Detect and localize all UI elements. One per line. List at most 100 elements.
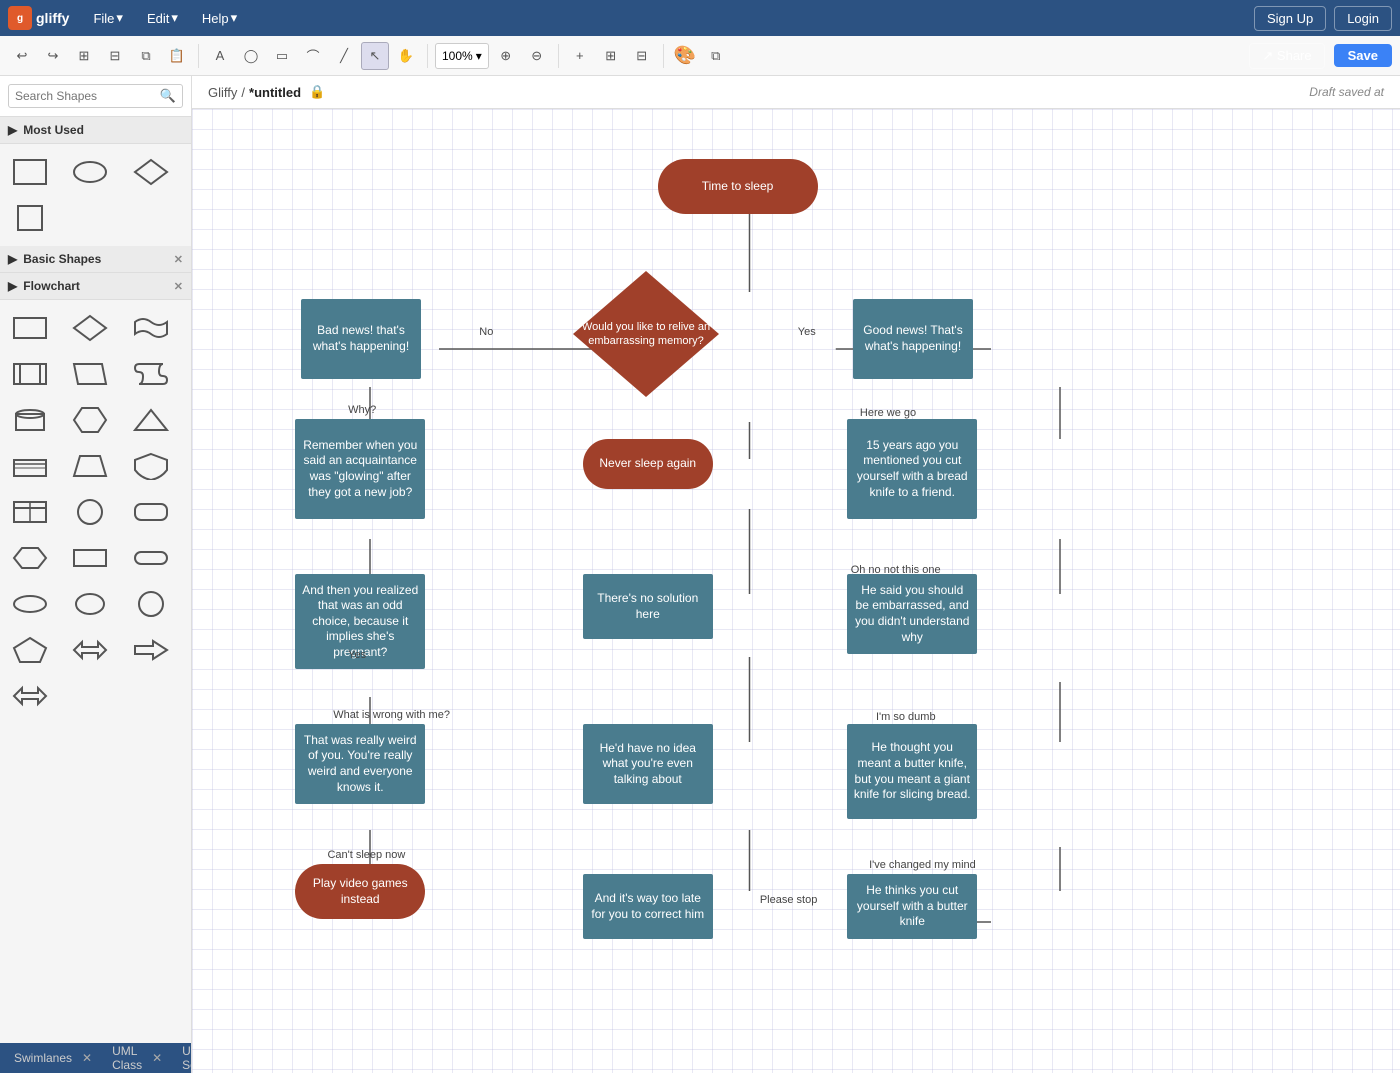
paste-button[interactable]: 📋: [163, 42, 191, 70]
add-button[interactable]: +: [566, 42, 594, 70]
canvas-header: Gliffy / *untitled 🔒 Draft saved at: [192, 76, 1400, 109]
fc-node-start[interactable]: Time to sleep: [658, 159, 818, 214]
text-tool[interactable]: A: [206, 42, 234, 70]
fc-node-weird[interactable]: That was really weird of you. You're rea…: [295, 724, 425, 804]
shape-square[interactable]: [8, 198, 52, 238]
copy-button[interactable]: ⧉: [132, 42, 160, 70]
fc-label-lbl_cant_sleep: Can't sleep now: [327, 849, 405, 861]
select-all-button[interactable]: ⊞: [70, 42, 98, 70]
fc-table[interactable]: [8, 492, 52, 532]
fc-hex2[interactable]: [8, 538, 52, 578]
help-menu[interactable]: Help ▾: [194, 6, 245, 30]
zoom-out-button[interactable]: ⊖: [523, 42, 551, 70]
sep4: [663, 44, 664, 68]
flowchart-close[interactable]: ✕: [174, 280, 183, 293]
basic-shapes-header[interactable]: ▶ Basic Shapes ✕: [0, 246, 191, 273]
fc-node-bad_news[interactable]: Bad news! that's what's happening!: [301, 299, 421, 379]
basic-shapes-close[interactable]: ✕: [174, 253, 183, 266]
fc-trapezoid[interactable]: [68, 446, 112, 486]
fc-pentagon[interactable]: [8, 630, 52, 670]
fc-diamond[interactable]: [68, 308, 112, 348]
shape-diamond[interactable]: [129, 152, 173, 192]
swimlanes-close[interactable]: ✕: [82, 1051, 92, 1065]
grid-button[interactable]: ⊞: [597, 42, 625, 70]
fc-label-lbl_please_stop: Please stop: [760, 894, 817, 906]
fc-pill[interactable]: [129, 538, 173, 578]
fc-node-no_idea[interactable]: He'd have no idea what you're even talki…: [583, 724, 713, 804]
fc-rect2[interactable]: [68, 538, 112, 578]
search-input[interactable]: [15, 89, 156, 103]
share-button[interactable]: ↗ Share: [1249, 43, 1324, 69]
fc-node-good_news[interactable]: Good news! That's what's happening!: [853, 299, 973, 379]
fc-node-he_said[interactable]: He said you should be embarrassed, and y…: [847, 574, 977, 654]
lock-icon[interactable]: 🔒: [309, 84, 325, 100]
uml-class-close[interactable]: ✕: [152, 1051, 162, 1065]
fc-stack[interactable]: [8, 446, 52, 486]
hand-tool[interactable]: ✋: [392, 42, 420, 70]
fc-cylinder[interactable]: [8, 400, 52, 440]
uml-sequence-section[interactable]: UML Sequence ✕: [176, 1042, 192, 1073]
ellipse-tool[interactable]: ◯: [237, 42, 265, 70]
fc-node-never_sleep[interactable]: Never sleep again: [583, 439, 713, 489]
fc-shield[interactable]: [129, 446, 173, 486]
fc-para[interactable]: [68, 354, 112, 394]
top-navbar: g gliffy File ▾ Edit ▾ Help ▾ Sign Up Lo…: [0, 0, 1400, 36]
login-button[interactable]: Login: [1334, 6, 1392, 31]
fc-arrow-right[interactable]: [129, 630, 173, 670]
logo[interactable]: g gliffy: [8, 6, 69, 30]
zoom-control[interactable]: 100% ▾: [435, 43, 489, 69]
fc-hex[interactable]: [68, 400, 112, 440]
fc-rounded-rect[interactable]: [129, 492, 173, 532]
fc-node-butter_knife[interactable]: He thought you meant a butter knife, but…: [847, 724, 977, 819]
zoom-in-button[interactable]: ⊕: [492, 42, 520, 70]
fc-rect[interactable]: [8, 308, 52, 348]
edit-menu[interactable]: Edit ▾: [139, 6, 186, 30]
undo-button[interactable]: ↩: [8, 42, 36, 70]
layers-button[interactable]: ⧉: [702, 42, 730, 70]
shape-ellipse[interactable]: [68, 152, 112, 192]
fc-scroll[interactable]: [129, 354, 173, 394]
most-used-header[interactable]: ▶ Most Used: [0, 117, 191, 144]
canvas[interactable]: Time to sleep Would you like to relive an…: [192, 109, 1400, 1073]
fc-circle2[interactable]: [129, 584, 173, 624]
save-button[interactable]: Save: [1334, 44, 1392, 67]
fc-node-decision1[interactable]: Would you like to relive an embarrassing…: [571, 269, 721, 399]
breadcrumb-separator: /: [241, 85, 245, 100]
fc-oval[interactable]: [8, 584, 52, 624]
swimlanes-section[interactable]: Swimlanes ✕: [8, 1049, 98, 1067]
uml-class-section[interactable]: UML Class ✕: [106, 1042, 168, 1073]
shape-rect[interactable]: [8, 152, 52, 192]
fc-node-play_games[interactable]: Play video games instead: [295, 864, 425, 919]
document-title[interactable]: *untitled: [249, 85, 301, 100]
fc-node-remember[interactable]: Remember when you said an acquaintance w…: [295, 419, 425, 519]
fc-ellipse2[interactable]: [68, 584, 112, 624]
fc-node-too_late[interactable]: And it's way too late for you to correct…: [583, 874, 713, 939]
search-input-wrap[interactable]: 🔍: [8, 84, 183, 108]
flowchart-header[interactable]: ▶ Flowchart ✕: [0, 273, 191, 300]
redo-button[interactable]: ↪: [39, 42, 67, 70]
snap-button[interactable]: ⊟: [628, 42, 656, 70]
color-button[interactable]: 🎨: [671, 42, 699, 70]
logo-icon: g: [8, 6, 32, 30]
fc-label-lbl_ive_changed: I've changed my mind: [869, 859, 976, 871]
fc-node-no_solution[interactable]: There's no solution here: [583, 574, 713, 639]
fc-circle[interactable]: [68, 492, 112, 532]
rect-tool[interactable]: ▭: [268, 42, 296, 70]
select-tool[interactable]: ↖: [361, 42, 389, 70]
fc-node-years_ago[interactable]: 15 years ago you mentioned you cut yours…: [847, 419, 977, 519]
breadcrumb-root[interactable]: Gliffy: [208, 85, 237, 100]
fc-label-lbl_here_we_go: Here we go: [860, 407, 916, 419]
fc-arrow-left-right[interactable]: [68, 630, 112, 670]
fc-banner[interactable]: [129, 308, 173, 348]
fc-process[interactable]: [8, 354, 52, 394]
file-menu[interactable]: File ▾: [85, 6, 130, 30]
fc-triangle[interactable]: [129, 400, 173, 440]
group-button[interactable]: ⊟: [101, 42, 129, 70]
connector-tool[interactable]: ⌒: [299, 42, 327, 70]
fc-node-butter_knife2[interactable]: He thinks you cut yourself with a butter…: [847, 874, 977, 939]
fc-arrow-bidirectional[interactable]: [8, 676, 52, 716]
sign-up-button[interactable]: Sign Up: [1254, 6, 1326, 31]
search-icon: 🔍: [160, 88, 176, 104]
line-tool[interactable]: ╱: [330, 42, 358, 70]
fc-label-lbl_no: No: [479, 326, 493, 338]
